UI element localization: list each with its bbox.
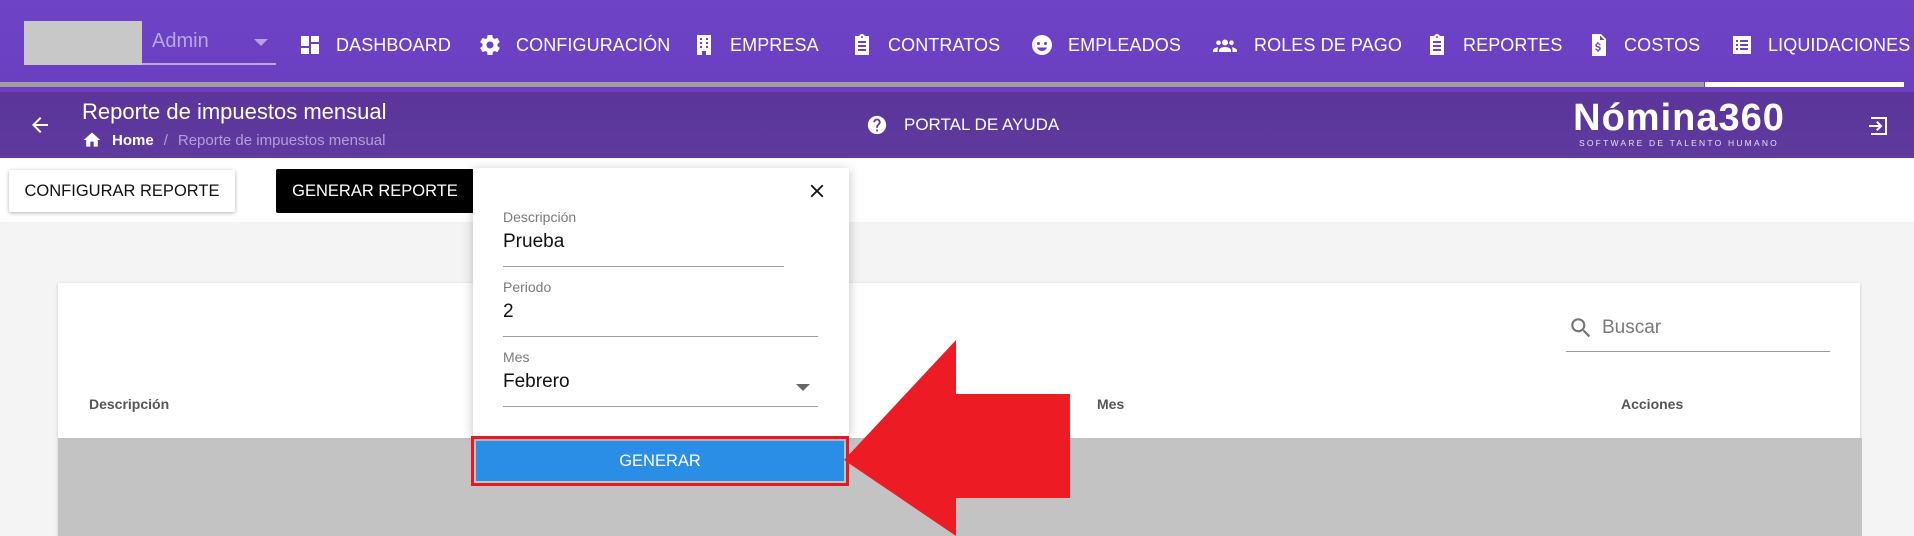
red-arrow-annotation: [844, 340, 1070, 536]
chevron-down-icon: [254, 39, 268, 46]
nav-dashboard[interactable]: DASHBOARD: [298, 30, 451, 60]
breadcrumb: Home / Reporte de impuestos mensual: [82, 130, 385, 150]
generate-report-button[interactable]: GENERAR REPORTE: [276, 169, 474, 213]
nav-liquidaciones[interactable]: LIQUIDACIONES: [1730, 30, 1910, 60]
field-underline: [503, 336, 818, 337]
nav-label: LIQUIDACIONES: [1768, 34, 1911, 55]
gear-icon: [480, 35, 500, 56]
chevron-down-icon[interactable]: [796, 384, 810, 391]
search-input[interactable]: Buscar: [1566, 306, 1830, 352]
nav-label: DASHBOARD: [336, 34, 451, 55]
home-icon: [83, 132, 101, 147]
nav-contratos[interactable]: CONTRATOS: [850, 30, 1000, 60]
periodo-value: 2: [503, 301, 514, 322]
nav-label: EMPLEADOS: [1068, 34, 1181, 55]
nav-empleados[interactable]: EMPLEADOS: [1030, 30, 1181, 60]
breadcrumb-home[interactable]: Home: [112, 132, 154, 149]
generar-button[interactable]: GENERAR: [476, 441, 844, 481]
people-icon: [1213, 39, 1237, 52]
mes-select[interactable]: Mes Febrero: [503, 349, 818, 407]
nav-label: COSTOS: [1624, 34, 1701, 55]
descripcion-label: Descripción: [503, 209, 577, 225]
nav-label: CONTRATOS: [888, 34, 1001, 55]
nav-configuracion[interactable]: CONFIGURACIÓN: [478, 30, 670, 60]
back-arrow-icon[interactable]: [28, 113, 52, 137]
logo: Nómina360 SOFTWARE DE TALENTO HUMANO: [1566, 98, 1792, 152]
nav-label: CONFIGURACIÓN: [516, 34, 671, 55]
active-tab-indicator: [1705, 82, 1904, 87]
field-underline: [503, 406, 818, 407]
column-header-acciones: Acciones: [1621, 396, 1684, 412]
periodo-field[interactable]: Periodo 2: [503, 279, 818, 337]
mes-value: Febrero: [503, 371, 570, 392]
nav-reportes[interactable]: REPORTES: [1425, 30, 1563, 60]
descripcion-value: Prueba: [503, 231, 565, 252]
search-placeholder: Buscar: [1602, 317, 1662, 338]
clipboard-icon: [1430, 34, 1444, 55]
nav-costos[interactable]: COSTOS: [1586, 30, 1700, 60]
help-icon: [867, 115, 887, 135]
list-icon: [1733, 36, 1751, 54]
nav-empresa[interactable]: EMPRESA: [692, 30, 819, 60]
column-header-mes[interactable]: Mes: [1097, 396, 1124, 412]
column-header-descripcion[interactable]: Descripción: [89, 396, 169, 412]
face-icon: [1032, 35, 1052, 55]
help-label: PORTAL DE AYUDA: [904, 115, 1060, 134]
top-navbar: Admin DASHBOARD CONFIGURACIÓN EMPRESA CO…: [0, 0, 1914, 92]
field-underline: [503, 266, 784, 267]
nav-divider: [0, 82, 1704, 87]
nav-label: REPORTES: [1463, 34, 1563, 55]
avatar: [24, 21, 142, 65]
search-icon: [1571, 318, 1591, 338]
nav-roles-de-pago[interactable]: ROLES DE PAGO: [1210, 30, 1402, 60]
dollar-file-icon: [1592, 34, 1606, 56]
logo-tagline: SOFTWARE DE TALENTO HUMANO: [1579, 138, 1779, 148]
descripcion-field[interactable]: Descripción Prueba: [503, 209, 784, 267]
nav-label: ROLES DE PAGO: [1254, 34, 1403, 55]
nav-label: EMPRESA: [730, 34, 819, 55]
clipboard-icon: [855, 34, 869, 55]
configure-report-button[interactable]: CONFIGURAR REPORTE: [9, 170, 235, 212]
breadcrumb-current: Reporte de impuestos mensual: [177, 131, 386, 149]
user-selector[interactable]: Admin: [24, 21, 276, 65]
periodo-label: Periodo: [503, 279, 552, 295]
breadcrumb-separator: /: [163, 131, 168, 149]
building-icon: [697, 35, 711, 55]
dashboard-icon: [301, 36, 319, 54]
user-name: Admin: [152, 30, 209, 52]
page-title: Reporte de impuestos mensual: [82, 99, 387, 124]
help-portal-link[interactable]: PORTAL DE AYUDA: [866, 114, 1059, 136]
logout-icon[interactable]: [1866, 114, 1890, 138]
close-icon[interactable]: [806, 180, 828, 202]
logo-brand: Nómina360: [1573, 97, 1785, 139]
mes-label: Mes: [503, 349, 530, 365]
